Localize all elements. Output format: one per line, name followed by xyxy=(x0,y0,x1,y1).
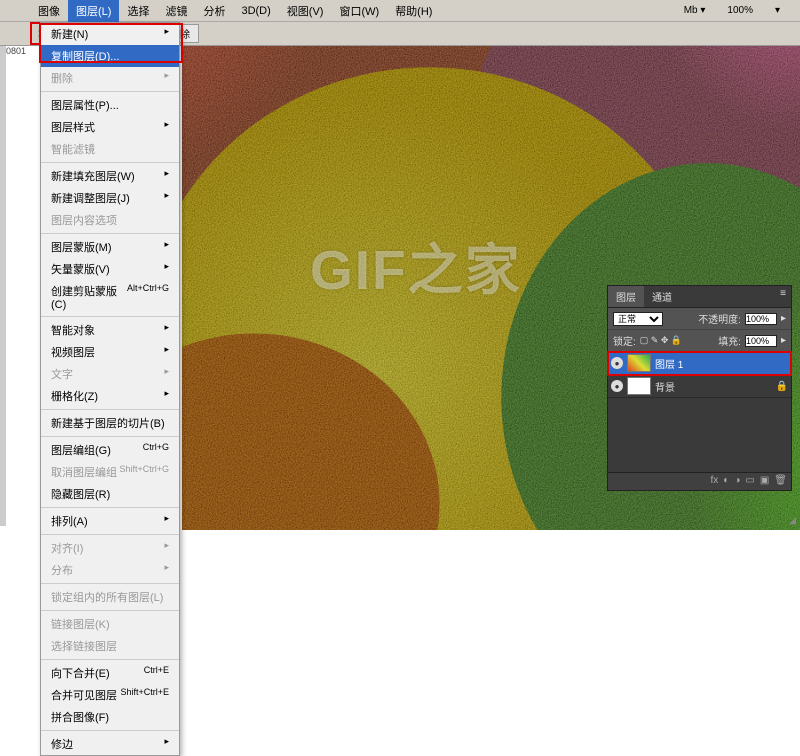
menubar-icon[interactable]: Mb ▾ xyxy=(676,2,714,19)
menu-item: 链接图层(K) xyxy=(41,613,179,635)
lock-label: 锁定: xyxy=(613,333,636,348)
opacity-arrow-icon[interactable]: ▸ xyxy=(781,313,786,324)
visibility-icon[interactable]: ● xyxy=(611,357,623,369)
fill-arrow-icon[interactable]: ▸ xyxy=(781,335,786,346)
menu-item[interactable]: 图层蒙版(M) xyxy=(41,236,179,258)
layer-menu-dropdown: 新建(N)复制图层(D)...删除图层属性(P)...图层样式智能滤镜新建填充图… xyxy=(40,22,180,756)
folder-icon[interactable]: ▭ xyxy=(745,475,754,488)
layers-panel: 图层 通道 ≡ 正常 不透明度: ▸ 锁定: ▢ ✎ ✥ 🔒 填充: ▸ ● 图… xyxy=(607,285,792,491)
layer-row[interactable]: ● 图层 1 xyxy=(608,352,791,375)
adjustment-icon[interactable]: ◑ xyxy=(734,475,740,488)
menu-view[interactable]: 视图(V) xyxy=(279,0,332,22)
panel-footer: fx ◐ ◑ ▭ ▣ 🗑 xyxy=(608,472,791,490)
menu-item[interactable]: 视频图层 xyxy=(41,341,179,363)
menu-item[interactable]: 栅格化(Z) xyxy=(41,385,179,407)
menu-item[interactable]: 复制图层(D)... xyxy=(41,45,179,67)
menu-item[interactable]: 向下合并(E)Ctrl+E xyxy=(41,662,179,684)
zoom-display[interactable]: 100% xyxy=(719,2,761,19)
menu-item: 锁定组内的所有图层(L) xyxy=(41,586,179,608)
lock-icon: 🔒 xyxy=(776,381,788,392)
layer-name[interactable]: 背景 xyxy=(655,379,675,394)
menu-window[interactable]: 窗口(W) xyxy=(331,0,387,22)
menu-select[interactable]: 选择 xyxy=(119,0,157,22)
visibility-icon[interactable]: ● xyxy=(611,380,623,392)
fill-label: 填充: xyxy=(718,333,741,348)
layer-name[interactable]: 图层 1 xyxy=(655,356,683,371)
menu-help[interactable]: 帮助(H) xyxy=(387,0,440,22)
menu-layer[interactable]: 图层(L) xyxy=(68,0,119,22)
menu-item: 分布 xyxy=(41,559,179,581)
menu-item: 文字 xyxy=(41,363,179,385)
menu-item[interactable]: 隐藏图层(R) xyxy=(41,483,179,505)
menu-item[interactable]: 排列(A) xyxy=(41,510,179,532)
menu-item[interactable]: 图层编组(G)Ctrl+G xyxy=(41,439,179,461)
opacity-label: 不透明度: xyxy=(698,311,741,326)
opacity-input[interactable] xyxy=(745,313,777,325)
panel-menu-icon[interactable]: ≡ xyxy=(775,286,791,307)
fx-icon[interactable]: fx xyxy=(711,475,719,488)
menu-item[interactable]: 合并可见图层Shift+Ctrl+E xyxy=(41,684,179,706)
menubar: 图像 图层(L) 选择 滤镜 分析 3D(D) 视图(V) 窗口(W) 帮助(H… xyxy=(0,0,800,22)
layer-row[interactable]: ● 背景 🔒 xyxy=(608,375,791,398)
menu-item: 取消图层编组Shift+Ctrl+G xyxy=(41,461,179,483)
blend-mode-select[interactable]: 正常 xyxy=(613,312,663,326)
menu-item: 智能滤镜 xyxy=(41,138,179,160)
menu-item: 对齐(I) xyxy=(41,537,179,559)
menu-filter[interactable]: 滤镜 xyxy=(157,0,195,22)
mask-icon[interactable]: ◐ xyxy=(723,475,729,488)
ruler-left xyxy=(0,46,6,526)
menu-item[interactable]: 新建填充图层(W) xyxy=(41,165,179,187)
layer-thumbnail[interactable] xyxy=(627,354,651,372)
layer-thumbnail[interactable] xyxy=(627,377,651,395)
menu-item[interactable]: 图层属性(P)... xyxy=(41,94,179,116)
menu-item[interactable]: 创建剪贴蒙版(C)Alt+Ctrl+G xyxy=(41,280,179,314)
menu-item[interactable]: 智能对象 xyxy=(41,319,179,341)
coord-readout: 0801 xyxy=(6,46,26,56)
tab-channels[interactable]: 通道 xyxy=(644,286,680,307)
menu-item[interactable]: 新建(N) xyxy=(41,23,179,45)
menu-item: 图层内容选项 xyxy=(41,209,179,231)
menu-item: 删除 xyxy=(41,67,179,89)
menu-item: 选择链接图层 xyxy=(41,635,179,657)
new-layer-icon[interactable]: ▣ xyxy=(760,475,769,488)
tab-layers[interactable]: 图层 xyxy=(608,286,644,307)
menu-item[interactable]: 矢量蒙版(V) xyxy=(41,258,179,280)
menu-item[interactable]: 新建调整图层(J) xyxy=(41,187,179,209)
resize-grip-icon[interactable]: ◢ xyxy=(789,515,796,526)
menu-item[interactable]: 新建基于图层的切片(B) xyxy=(41,412,179,434)
menubar-more-icon[interactable]: ▾ xyxy=(767,2,788,19)
layer-list: ● 图层 1 ● 背景 🔒 xyxy=(608,352,791,472)
menu-item[interactable]: 修边 xyxy=(41,733,179,755)
trash-icon[interactable]: 🗑 xyxy=(774,475,787,488)
menu-3d[interactable]: 3D(D) xyxy=(233,2,278,20)
fill-input[interactable] xyxy=(745,335,777,347)
menu-image[interactable]: 图像 xyxy=(30,0,68,22)
menu-item[interactable]: 图层样式 xyxy=(41,116,179,138)
menu-analysis[interactable]: 分析 xyxy=(195,0,233,22)
menu-item[interactable]: 拼合图像(F) xyxy=(41,706,179,728)
lock-icons[interactable]: ▢ ✎ ✥ 🔒 xyxy=(640,335,682,346)
